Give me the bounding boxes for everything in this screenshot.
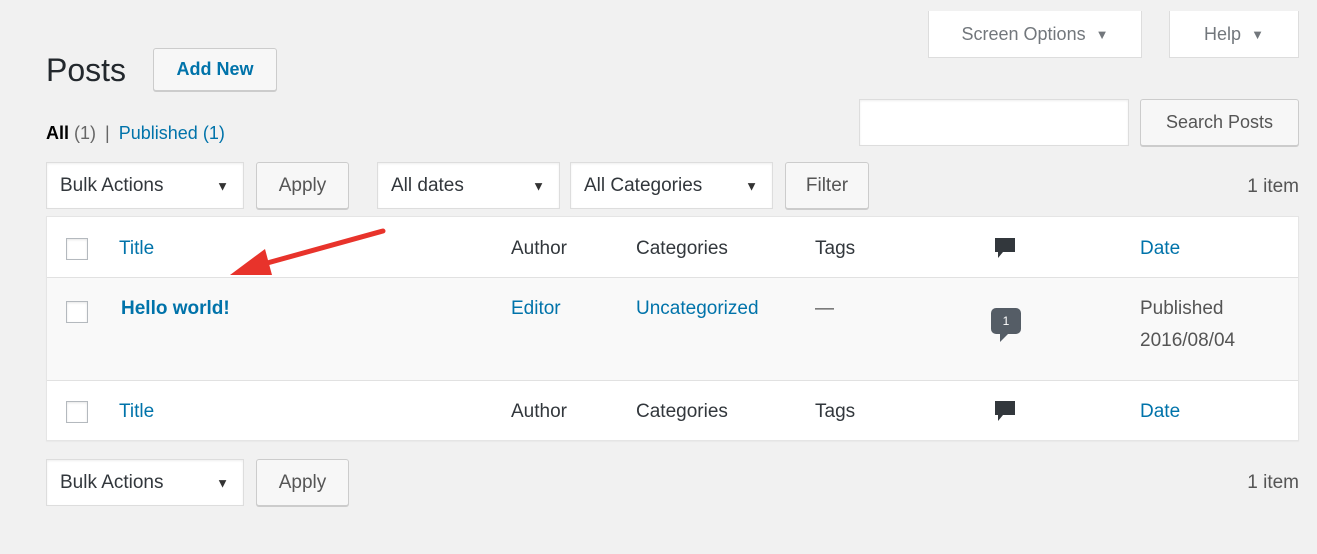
filter-all[interactable]: All [46,123,69,143]
filter-published[interactable]: Published [119,123,198,143]
categories-select[interactable]: All Categories ▼ [570,162,773,209]
post-tags: — [815,298,834,319]
chevron-down-icon: ▼ [745,178,758,193]
column-author-header: Author [511,238,567,259]
bulk-actions-value: Bulk Actions [60,174,164,196]
screen-options-label: Screen Options [961,23,1086,44]
chevron-down-icon: ▼ [216,475,229,490]
column-author-footer: Author [511,401,567,422]
chevron-down-icon: ▼ [1251,26,1264,42]
select-all-checkbox[interactable] [66,238,88,260]
dates-value: All dates [391,174,464,196]
search-posts-button[interactable]: Search Posts [1140,99,1299,146]
divider [47,380,1298,381]
post-title-link[interactable]: Hello world! [121,298,230,320]
filter-separator: | [105,123,110,143]
column-date-footer[interactable]: Date [1140,401,1180,423]
item-count-bottom: 1 item [1247,472,1299,493]
comments-icon[interactable] [994,400,1016,424]
table-row: Hello world! Editor Uncategorized — 1 Pu… [47,278,1298,380]
post-category-link[interactable]: Uncategorized [636,298,759,320]
chevron-down-icon: ▼ [532,178,545,193]
apply-button-bottom[interactable]: Apply [256,459,349,506]
chevron-down-icon: ▼ [1095,26,1109,42]
annotation-arrow-icon [230,228,386,275]
bulk-actions-select[interactable]: Bulk Actions ▼ [46,162,244,209]
column-title-footer[interactable]: Title [119,401,154,423]
page-title: Posts [46,52,127,88]
add-new-button[interactable]: Add New [153,48,277,91]
filter-published-count: (1) [202,123,225,143]
comment-count-bubble[interactable]: 1 [991,308,1021,342]
categories-value: All Categories [584,174,703,196]
column-date-header[interactable]: Date [1140,238,1180,260]
filter-button[interactable]: Filter [785,162,869,209]
post-status: Published [1140,298,1224,319]
row-checkbox[interactable] [66,301,88,323]
column-tags-footer: Tags [815,401,856,422]
post-author-link[interactable]: Editor [511,298,561,320]
post-date: 2016/08/04 [1140,330,1236,351]
screen-options-tab[interactable]: Screen Options ▼ [928,11,1142,58]
item-count: 1 item [1247,176,1299,197]
bulk-actions-select-bottom[interactable]: Bulk Actions ▼ [46,459,244,506]
post-status-filters: All (1) | Published (1) [46,123,225,144]
search-input[interactable] [859,99,1129,146]
comments-icon[interactable] [994,237,1016,261]
dates-select[interactable]: All dates ▼ [377,162,560,209]
column-categories-header: Categories [636,238,728,259]
column-title-header[interactable]: Title [119,238,154,260]
select-all-checkbox-footer[interactable] [66,401,88,423]
column-tags-header: Tags [815,238,856,259]
filter-all-count: (1) [74,123,97,143]
apply-button[interactable]: Apply [256,162,349,209]
column-categories-footer: Categories [636,401,728,422]
bulk-actions-value: Bulk Actions [60,471,164,493]
help-tab[interactable]: Help ▼ [1169,11,1299,58]
help-label: Help [1204,23,1242,44]
chevron-down-icon: ▼ [216,178,229,193]
